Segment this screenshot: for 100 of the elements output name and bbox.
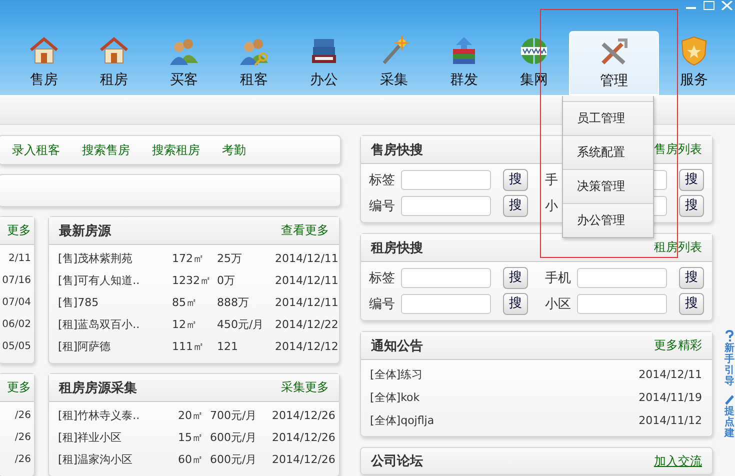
date-text: /26: [14, 409, 31, 423]
quick-link[interactable]: 录入租客: [12, 142, 60, 158]
nav-tab[interactable]: 群发: [429, 31, 499, 95]
date-text: 2/11: [8, 252, 31, 266]
field-label: 编号: [369, 198, 396, 215]
price-text: 700元/月: [210, 408, 258, 424]
date-text: 2014/11/19: [638, 390, 702, 406]
price-text: 25万: [217, 251, 243, 267]
nav-tab[interactable]: 买客: [149, 31, 219, 95]
price-text: 600元/月: [210, 430, 258, 446]
nav-tab[interactable]: 管理: [569, 31, 659, 95]
price-text: 888万: [217, 295, 250, 311]
date-text: 07/16: [2, 274, 31, 288]
date-text: 06/02: [2, 318, 31, 332]
search-button[interactable]: 搜: [503, 169, 528, 191]
notice-title[interactable]: [全体]qojflja: [370, 409, 434, 432]
field-label: 小区: [545, 296, 572, 313]
quick-link[interactable]: 考勤: [222, 142, 246, 158]
field-label: 编号: [369, 296, 396, 313]
search-button[interactable]: 搜: [503, 267, 528, 289]
price-text: 0万: [217, 273, 236, 289]
area-text: 172㎡: [172, 251, 205, 267]
date-text: /26: [14, 431, 31, 445]
date-text: 07/04: [2, 296, 31, 310]
notice-title[interactable]: [全体]kok: [370, 386, 420, 409]
listing-title[interactable]: [租]祥业小区: [58, 427, 178, 449]
menu-item[interactable]: 办公管理: [563, 203, 653, 237]
field-label: 标签: [369, 172, 396, 189]
search-field[interactable]: [401, 268, 491, 288]
close-icon[interactable]: [721, 1, 733, 10]
search-button[interactable]: 搜: [679, 169, 704, 191]
search-button[interactable]: 搜: [679, 195, 704, 217]
globe-icon: [518, 35, 550, 67]
date-text: 2014/12/22: [275, 317, 338, 333]
listing-title[interactable]: [租]蓝岛双百小..: [58, 314, 172, 336]
field-label: 小: [545, 198, 559, 215]
nav-tab[interactable]: 租房: [79, 31, 149, 95]
date-text: 2014/12/11: [275, 295, 338, 311]
search-button[interactable]: 搜: [503, 293, 528, 315]
panel-title: 售房快搜: [371, 142, 423, 158]
question-icon: [725, 330, 734, 342]
search-field[interactable]: [401, 196, 491, 216]
field-label: 标签: [369, 270, 396, 287]
price-text: 121: [217, 339, 239, 355]
maximize-icon[interactable]: [703, 1, 715, 10]
search-field[interactable]: [401, 294, 491, 314]
panel-title: 最新房源: [59, 222, 111, 240]
quick-link[interactable]: 搜索租房: [152, 142, 200, 158]
date-text: 2014/12/26: [272, 430, 336, 446]
menu-item[interactable]: 系统配置: [563, 135, 653, 169]
search-button[interactable]: 搜: [503, 195, 528, 217]
date-text: 2014/12/11: [275, 273, 338, 289]
panel-title: 通知公告: [371, 338, 423, 354]
more-link[interactable]: 查看更多: [281, 222, 329, 239]
listing-title[interactable]: [售]茂林紫荆苑: [58, 248, 172, 270]
nav-tab[interactable]: 采集: [359, 31, 429, 95]
more-link[interactable]: 更多精彩: [654, 337, 702, 354]
listing-title[interactable]: [售]可有人知道..: [58, 270, 172, 292]
date-text: 2014/11/12: [638, 413, 702, 429]
nav-tab[interactable]: 办公: [289, 31, 359, 95]
date-text: 05/05: [2, 340, 31, 354]
listing-title[interactable]: [租]竹林寺义泰..: [58, 405, 178, 427]
date-text: 2014/12/12: [275, 339, 338, 355]
price-text: 450元/月: [217, 317, 265, 333]
date-text: 2014/12/11: [638, 367, 702, 383]
nav-tab[interactable]: 租客: [219, 31, 289, 95]
join-link[interactable]: 加入交流: [654, 452, 702, 470]
area-text: 85㎡: [172, 295, 198, 311]
pencil-icon: [725, 393, 734, 405]
quick-link[interactable]: 搜索售房: [82, 142, 130, 158]
listing-title[interactable]: [租]温家沟小区: [58, 449, 178, 471]
nav-tab[interactable]: 服务: [659, 31, 729, 95]
date-text: 2014/12/11: [275, 251, 338, 267]
panel-title: 租房房源采集: [59, 380, 137, 396]
nav-tab[interactable]: 售房: [9, 31, 79, 95]
price-text: 600元/月: [210, 452, 258, 468]
more-link[interactable]: 采集更多: [281, 379, 329, 396]
field-label: 手机: [545, 270, 572, 287]
side-tab[interactable]: 新手引导: [724, 343, 734, 387]
listing-title[interactable]: [售]785: [58, 292, 172, 314]
area-text: 15㎡: [178, 430, 204, 446]
search-field[interactable]: [577, 268, 667, 288]
area-text: 20㎡: [178, 408, 204, 424]
search-field[interactable]: [401, 170, 491, 190]
date-text: /26: [14, 453, 31, 467]
panel-title: 租房快搜: [371, 240, 423, 256]
date-text: 2014/12/26: [272, 452, 336, 468]
side-tab[interactable]: 提点建: [724, 406, 734, 439]
area-text: 60㎡: [178, 452, 204, 468]
listing-title[interactable]: [租]阿萨德: [58, 336, 172, 358]
date-text: 2014/12/26: [272, 408, 336, 424]
search-button[interactable]: 搜: [679, 267, 704, 289]
area-text: 111㎡: [172, 339, 205, 355]
search-field[interactable]: [577, 294, 667, 314]
field-label: 手: [545, 172, 559, 189]
search-button[interactable]: 搜: [679, 293, 704, 315]
menu-item[interactable]: 决策管理: [563, 169, 653, 203]
notice-title[interactable]: [全体]练习: [370, 363, 423, 386]
menu-item[interactable]: 员工管理: [563, 101, 653, 135]
area-text: 12㎡: [172, 317, 198, 333]
